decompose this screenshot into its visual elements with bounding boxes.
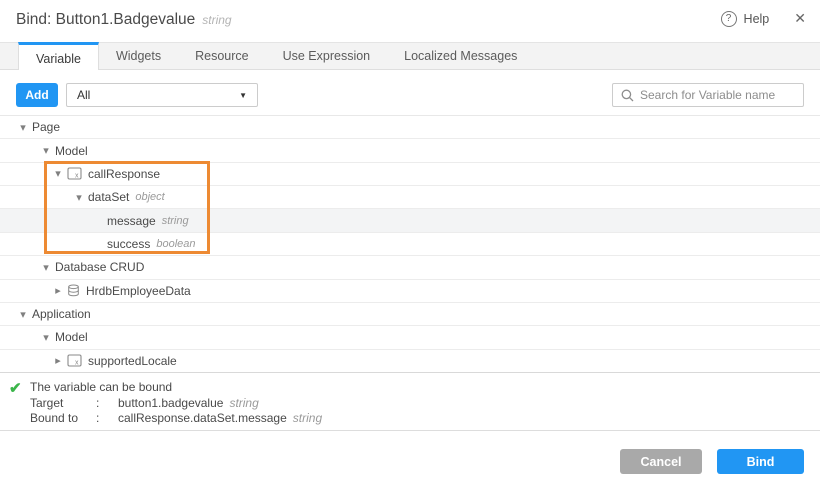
tree-row-dataset[interactable]: ▾ dataSet object <box>0 186 820 209</box>
search-icon <box>621 89 634 102</box>
dialog-header: Bind: Button1.Badgevalue string ? Help ✕ <box>0 0 820 42</box>
tree-node-label: HrdbEmployeeData <box>86 284 191 298</box>
tab-variable[interactable]: Variable <box>18 42 99 72</box>
tree-node-type: object <box>135 191 164 203</box>
variable-filter-dropdown[interactable]: All ▼ <box>66 83 258 107</box>
status-boundto-value: callResponse.dataSet.message <box>118 411 287 425</box>
status-target-value: button1.badgevalue <box>118 396 223 410</box>
status-separator: : <box>96 411 118 425</box>
svg-text:x: x <box>75 360 79 367</box>
variable-icon: x <box>67 167 82 180</box>
tree-node-label: Page <box>32 120 60 134</box>
add-button[interactable]: Add <box>16 83 58 107</box>
tree-row-hrdbemployeedata[interactable]: ▸ HrdbEmployeeData <box>0 280 820 303</box>
tree-row-application[interactable]: ▾ Application <box>0 303 820 326</box>
tree-row-success[interactable]: success boolean <box>0 233 820 256</box>
tree-node-label: success <box>107 237 150 251</box>
tree-node-label: dataSet <box>88 190 129 204</box>
svg-text:x: x <box>75 173 79 180</box>
tree-node-type: string <box>162 215 189 227</box>
tree-row-page-model[interactable]: ▾ Model <box>0 139 820 162</box>
tab-bar: Variable Widgets Resource Use Expression… <box>0 42 820 70</box>
variable-tree: ▾ Page ▾ Model ▾ x callResponse ▾ dataSe… <box>0 115 820 372</box>
tree-node-label: callResponse <box>88 167 160 181</box>
search-box <box>612 83 804 107</box>
binding-status-panel: ✔ The variable can be bound Target : but… <box>0 372 820 430</box>
chevron-down-icon[interactable]: ▾ <box>39 144 53 157</box>
bind-dialog: Bind: Button1.Badgevaluestring ? Help ✕ … <box>0 0 820 489</box>
search-input[interactable] <box>640 88 795 102</box>
dialog-footer: Cancel Bind <box>0 430 820 489</box>
tree-row-supportedlocale[interactable]: ▸ x supportedLocale <box>0 350 820 373</box>
database-icon <box>67 284 80 297</box>
tree-node-label: Model <box>55 144 88 158</box>
status-message: The variable can be bound <box>30 380 172 394</box>
tree-row-database-crud[interactable]: ▾ Database CRUD <box>0 256 820 279</box>
help-link[interactable]: Help <box>744 12 770 26</box>
chevron-down-icon[interactable]: ▾ <box>51 167 65 180</box>
tree-row-page[interactable]: ▾ Page <box>0 116 820 139</box>
toolbar: Add All ▼ <box>0 70 820 115</box>
chevron-right-icon[interactable]: ▸ <box>51 284 65 297</box>
help-icon[interactable]: ? <box>721 11 737 27</box>
chevron-down-icon[interactable]: ▾ <box>16 121 30 134</box>
tree-node-label: message <box>107 214 156 228</box>
filter-selected-value: All <box>77 88 90 102</box>
status-target-type: string <box>229 396 258 410</box>
header-actions: ? Help ✕ <box>721 10 806 27</box>
check-icon: ✔ <box>9 379 22 397</box>
cancel-button[interactable]: Cancel <box>620 449 702 474</box>
page-title: Bind: Button1.Badgevalue string <box>16 11 232 29</box>
tree-node-label: Database CRUD <box>55 260 144 274</box>
chevron-down-icon[interactable]: ▾ <box>39 331 53 344</box>
tab-widgets[interactable]: Widgets <box>99 43 178 69</box>
variable-icon: x <box>67 354 82 367</box>
tree-node-type: boolean <box>156 238 195 250</box>
dropdown-caret-icon: ▼ <box>239 91 247 100</box>
tree-row-message[interactable]: message string <box>0 209 820 232</box>
status-separator: : <box>96 396 118 410</box>
tree-node-label: Application <box>32 307 91 321</box>
dialog-title-text: Bind: Button1.Badgevalue <box>16 11 195 28</box>
dialog-title-type: string <box>202 13 231 27</box>
chevron-down-icon[interactable]: ▾ <box>16 308 30 321</box>
bind-button[interactable]: Bind <box>717 449 804 474</box>
tab-resource[interactable]: Resource <box>178 43 266 69</box>
status-boundto-label: Bound to <box>30 411 96 425</box>
status-boundto-row: Bound to : callResponse.dataSet.message … <box>30 411 322 425</box>
status-target-label: Target <box>30 396 96 410</box>
close-icon[interactable]: ✕ <box>794 10 806 27</box>
tree-node-label: Model <box>55 330 88 344</box>
chevron-right-icon[interactable]: ▸ <box>51 354 65 367</box>
tab-use-expression[interactable]: Use Expression <box>266 43 388 69</box>
chevron-down-icon[interactable]: ▾ <box>72 191 86 204</box>
tree-row-application-model[interactable]: ▾ Model <box>0 326 820 349</box>
tree-node-label: supportedLocale <box>88 354 177 368</box>
status-target-row: Target : button1.badgevalue string <box>30 396 259 410</box>
chevron-down-icon[interactable]: ▾ <box>39 261 53 274</box>
tree-row-callresponse[interactable]: ▾ x callResponse <box>0 163 820 186</box>
tab-localized-messages[interactable]: Localized Messages <box>387 43 534 69</box>
status-boundto-type: string <box>293 411 322 425</box>
